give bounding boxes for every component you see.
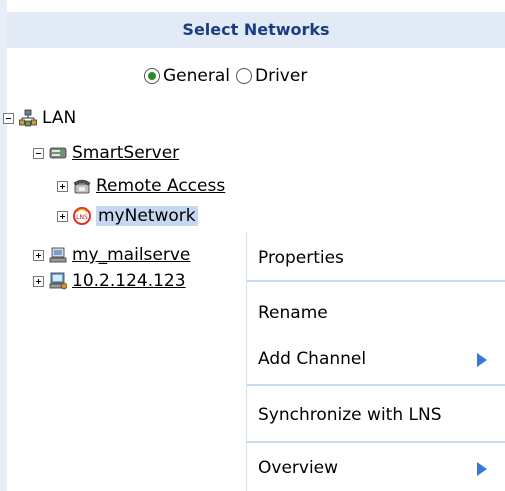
panel-title: Select Networks [7, 12, 505, 48]
menu-separator [247, 280, 505, 282]
collapse-toggle[interactable] [3, 112, 14, 124]
menu-label-rename: Rename [258, 303, 328, 323]
expand-toggle[interactable] [57, 180, 68, 192]
tree-label-mailserver[interactable]: my_mailserve [72, 245, 190, 265]
general-radio-label[interactable]: General [163, 66, 230, 86]
phone-icon [73, 179, 91, 194]
menu-item-rename[interactable]: Rename [247, 293, 505, 333]
expand-toggle[interactable] [33, 249, 44, 261]
menu-item-add-channel[interactable]: Add Channel [247, 339, 505, 379]
tree-label-remote-access[interactable]: Remote Access [96, 176, 225, 196]
menu-label-overview: Overview [258, 458, 339, 478]
tree-label-ip[interactable]: 10.2.124.123 [72, 271, 186, 291]
tree-label-mynetwork[interactable]: myNetwork [96, 206, 198, 226]
view-mode-radios: General Driver [144, 63, 313, 89]
collapse-toggle[interactable] [33, 147, 44, 159]
driver-radio-label[interactable]: Driver [255, 66, 307, 86]
computer-icon [49, 247, 67, 263]
tree-node-smartserver[interactable]: SmartServer [33, 141, 179, 165]
server-icon [49, 147, 67, 159]
lan-icon [19, 109, 37, 127]
driver-radio[interactable] [236, 68, 252, 84]
general-radio[interactable] [144, 68, 160, 84]
menu-separator [247, 441, 505, 443]
expand-toggle[interactable] [33, 275, 44, 287]
menu-label-add-channel: Add Channel [258, 349, 367, 369]
context-menu: Properties Rename Add Channel Synchroniz… [246, 232, 505, 491]
menu-item-overview[interactable]: Overview [247, 448, 505, 488]
menu-label-synchronize: Synchronize with LNS [258, 405, 442, 425]
lns-network-icon: LNS [73, 207, 91, 225]
svg-text:LNS: LNS [76, 214, 88, 221]
tree-node-ip[interactable]: 10.2.124.123 [33, 269, 186, 293]
tree-node-mailserver[interactable]: my_mailserve [33, 243, 190, 267]
menu-label-properties: Properties [258, 248, 344, 268]
computer-network-icon [49, 272, 67, 290]
tree-node-mynetwork[interactable]: LNS myNetwork [57, 204, 198, 228]
tree-node-lan[interactable]: LAN [3, 106, 76, 130]
left-edge-strip [0, 0, 7, 491]
tree-label-lan: LAN [42, 108, 77, 128]
tree-node-remote-access[interactable]: Remote Access [57, 174, 225, 198]
menu-item-synchronize[interactable]: Synchronize with LNS [247, 395, 505, 435]
tree-label-smartserver[interactable]: SmartServer [72, 143, 179, 163]
expand-toggle[interactable] [57, 210, 68, 222]
submenu-arrow-icon [477, 462, 487, 476]
menu-item-properties[interactable]: Properties [247, 238, 505, 278]
menu-separator [247, 384, 505, 386]
submenu-arrow-icon [477, 353, 487, 367]
